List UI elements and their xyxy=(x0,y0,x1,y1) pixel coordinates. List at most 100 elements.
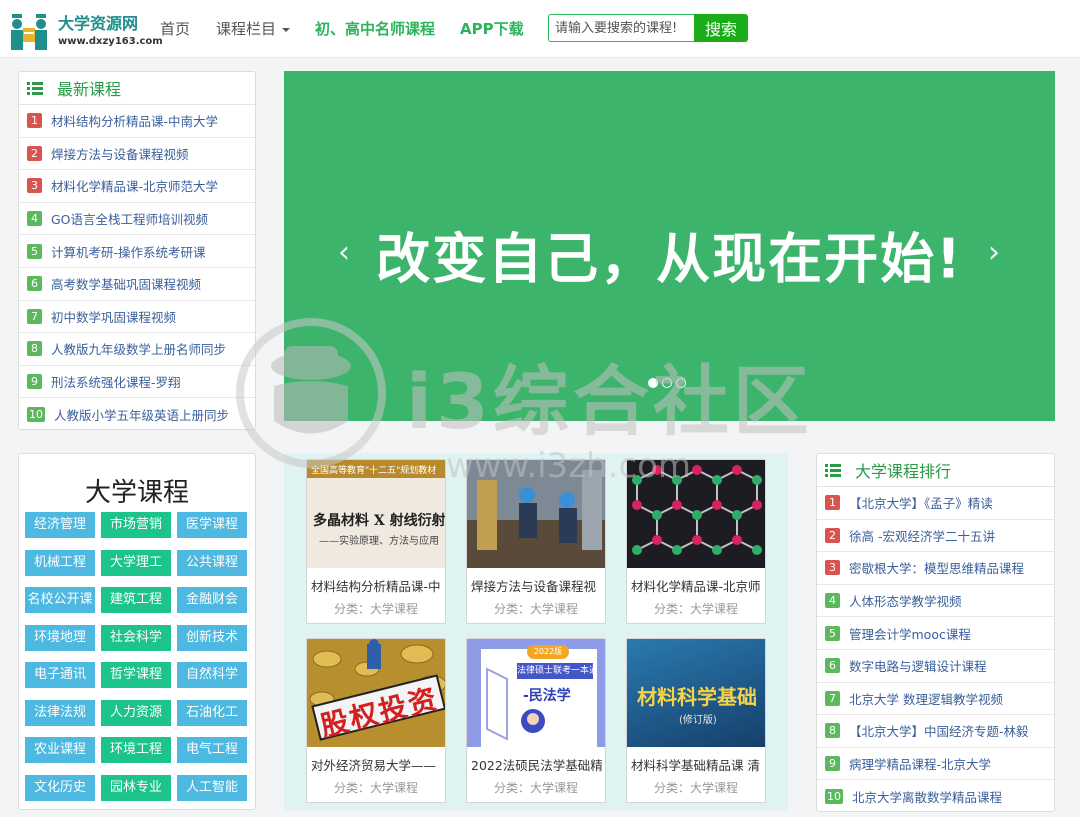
course-tag[interactable]: 人工智能 xyxy=(177,774,247,801)
course-tag[interactable]: 自然科学 xyxy=(177,662,247,688)
nav-categories[interactable]: 课程栏目 xyxy=(216,18,291,39)
course-card[interactable]: 2022版 法律硕士联考一本通 -民法学 2022法硕民法学基础精 分类：大学课… xyxy=(466,638,606,803)
list-item-text: 病理学精品课程-北京大学 xyxy=(849,757,992,773)
list-item-text: 焊接方法与设备课程视频 xyxy=(51,146,189,162)
list-item[interactable]: 1 材料结构分析精品课-中南大学 xyxy=(19,105,255,138)
list-item[interactable]: 9 病理学精品课程-北京大学 xyxy=(817,748,1054,781)
course-tag[interactable]: 金融财会 xyxy=(177,587,247,613)
rank-badge: 9 xyxy=(27,374,42,390)
course-cover-image xyxy=(467,460,605,568)
nav-teachers[interactable]: 初、高中名师课程 xyxy=(315,18,435,39)
search-input[interactable] xyxy=(548,14,694,42)
course-tag[interactable]: 电子通讯 xyxy=(25,662,95,688)
rank-badge: 10 xyxy=(825,789,843,805)
latest-courses-header: 最新课程 xyxy=(19,72,255,105)
course-card[interactable]: 股权投资 对外经济贸易大学—— 分类：大学课程 xyxy=(306,638,446,803)
rank-badge: 5 xyxy=(27,243,42,259)
course-tag-grid: 经济管理 市场营销 医学课程机械工程 大学理工 公共课程名校公开课 建筑工程 金融财会环境地… xyxy=(25,512,255,801)
carousel-dot[interactable] xyxy=(676,378,686,388)
rank-badge: 2 xyxy=(27,145,42,161)
carousel-dot[interactable] xyxy=(662,378,672,388)
cover-title: 材料科学基础 xyxy=(637,685,757,709)
list-item[interactable]: 5 计算机考研-操作系统考研课 xyxy=(19,235,255,268)
list-item[interactable]: 6 数字电路与逻辑设计课程 xyxy=(817,650,1054,683)
list-item[interactable]: 8 人教版九年级数学上册名师同步 xyxy=(19,333,255,366)
course-tag[interactable]: 社会科学 xyxy=(101,624,171,651)
course-ranking-panel: 大学课程排行 1 【北京大学】《孟子》精读 2 徐高 -宏观经济学二十五讲 3 密歇根大学… xyxy=(816,453,1055,812)
list-item[interactable]: 6 高考数学基础巩固课程视频 xyxy=(19,268,255,301)
list-item[interactable]: 4 人体形态学教学视频 xyxy=(817,585,1054,618)
course-tag[interactable]: 农业课程 xyxy=(25,737,95,763)
carousel-next-icon[interactable]: › xyxy=(982,237,1006,269)
course-tag[interactable]: 大学理工 xyxy=(101,549,171,576)
nav-home[interactable]: 首页 xyxy=(160,18,190,39)
card-title: 材料化学精品课-北京师 xyxy=(631,579,761,594)
list-item[interactable]: 7 初中数学巩固课程视频 xyxy=(19,301,255,334)
list-item-text: 人体形态学教学视频 xyxy=(849,594,962,610)
rank-badge: 8 xyxy=(27,341,42,357)
list-item-text: 【北京大学】《孟子》精读 xyxy=(849,496,993,512)
course-tag[interactable]: 环境地理 xyxy=(25,624,95,651)
banner-slogan: 改变自己，从现在开始! xyxy=(376,227,963,291)
course-tag[interactable]: 名校公开课 xyxy=(25,587,95,613)
course-tag[interactable]: 法律法规 xyxy=(25,699,95,726)
top-bar: 大学资源网 www.dxzy163.com 首页 课程栏目 初、高中名师课程 A… xyxy=(0,0,1080,58)
university-courses-title: 大学课程 xyxy=(84,478,189,508)
list-item[interactable]: 10 人教版小学五年级英语上册同步 xyxy=(19,398,255,431)
rank-badge: 6 xyxy=(825,658,840,674)
site-logo[interactable]: 大学资源网 www.dxzy163.com xyxy=(8,6,163,54)
search-button[interactable]: 搜索 xyxy=(694,14,748,42)
hero-banner[interactable]: ‹ 改变自己，从现在开始! › xyxy=(284,71,1055,421)
course-tag[interactable]: 机械工程 xyxy=(25,549,95,576)
list-item[interactable]: 3 密歇根大学：模型思维精品课程 xyxy=(817,552,1054,585)
course-tag[interactable]: 公共课程 xyxy=(177,549,247,576)
rank-badge: 8 xyxy=(825,723,840,739)
course-tag[interactable]: 电气工程 xyxy=(177,737,247,763)
course-tag[interactable]: 环境工程 xyxy=(101,737,171,763)
course-tag[interactable]: 经济管理 xyxy=(25,512,95,538)
list-item-text: 高考数学基础巩固课程视频 xyxy=(51,277,202,293)
list-item-text: 人教版九年级数学上册名师同步 xyxy=(51,342,227,358)
rank-badge: 1 xyxy=(825,495,840,511)
list-item[interactable]: 2 焊接方法与设备课程视频 xyxy=(19,138,255,171)
rank-badge: 2 xyxy=(825,527,840,543)
latest-courses-title: 最新课程 xyxy=(57,80,122,99)
course-card[interactable]: 焊接方法与设备课程视 分类：大学课程 xyxy=(466,459,606,624)
list-item-text: 徐高 -宏观经济学二十五讲 xyxy=(849,528,995,544)
rank-badge: 5 xyxy=(825,625,840,641)
course-tag[interactable]: 医学课程 xyxy=(177,512,247,538)
list-item[interactable]: 8 【北京大学】中国经济专题-林毅 xyxy=(817,715,1054,748)
course-tag[interactable]: 建筑工程 xyxy=(101,587,171,613)
brand-url: www.dxzy163.com xyxy=(58,36,163,47)
course-tag[interactable]: 人力资源 xyxy=(101,699,171,726)
rank-badge: 9 xyxy=(825,756,840,772)
list-item[interactable]: 9 刑法系统强化课程-罗翔 xyxy=(19,366,255,399)
list-item[interactable]: 1 【北京大学】《孟子》精读 xyxy=(817,487,1054,520)
list-item[interactable]: 3 材料化学精品课-北京师范大学 xyxy=(19,170,255,203)
course-tag[interactable]: 创新技术 xyxy=(177,624,247,651)
card-title: 对外经济贸易大学—— xyxy=(311,758,437,773)
course-card[interactable]: 材料化学精品课-北京师 分类：大学课程 xyxy=(626,459,766,624)
course-tag[interactable]: 园林专业 xyxy=(101,774,171,801)
course-card[interactable]: 材料科学基础 (修订版) 材料科学基础精品课 清 分类：大学课程 xyxy=(626,638,766,803)
course-tag[interactable]: 哲学课程 xyxy=(101,662,171,688)
nav-app-download[interactable]: APP下载 xyxy=(460,18,524,39)
latest-courses-panel: 最新课程 1 材料结构分析精品课-中南大学 2 焊接方法与设备课程视频 3 材料化学精品课… xyxy=(18,71,256,430)
list-item-text: 北京大学 数理逻辑教学视频 xyxy=(849,691,1003,707)
course-card[interactable]: 全国高等教育"十二五"规划教材 多晶材料 X 射线衍射 ——实验原理、方法与应用… xyxy=(306,459,446,624)
list-item[interactable]: 5 管理会计学mooc课程 xyxy=(817,617,1054,650)
rank-badge: 10 xyxy=(27,407,45,423)
card-title: 材料科学基础精品课 清 xyxy=(631,758,760,773)
list-item[interactable]: 7 北京大学 数理逻辑教学视频 xyxy=(817,683,1054,716)
rank-badge: 1 xyxy=(27,113,42,129)
course-tag[interactable]: 文化历史 xyxy=(25,774,95,801)
carousel-dot[interactable] xyxy=(648,378,658,388)
list-item-text: GO语言全栈工程师培训视频 xyxy=(51,212,209,228)
list-item-text: 北京大学离散数学精品课程 xyxy=(852,790,1003,806)
course-tag[interactable]: 石油化工 xyxy=(177,699,247,726)
list-item[interactable]: 4 GO语言全栈工程师培训视频 xyxy=(19,203,255,236)
list-icon xyxy=(825,463,841,477)
list-item[interactable]: 10 北京大学离散数学精品课程 xyxy=(817,780,1054,813)
course-tag[interactable]: 市场营销 xyxy=(101,512,171,538)
list-item[interactable]: 2 徐高 -宏观经济学二十五讲 xyxy=(817,520,1054,553)
